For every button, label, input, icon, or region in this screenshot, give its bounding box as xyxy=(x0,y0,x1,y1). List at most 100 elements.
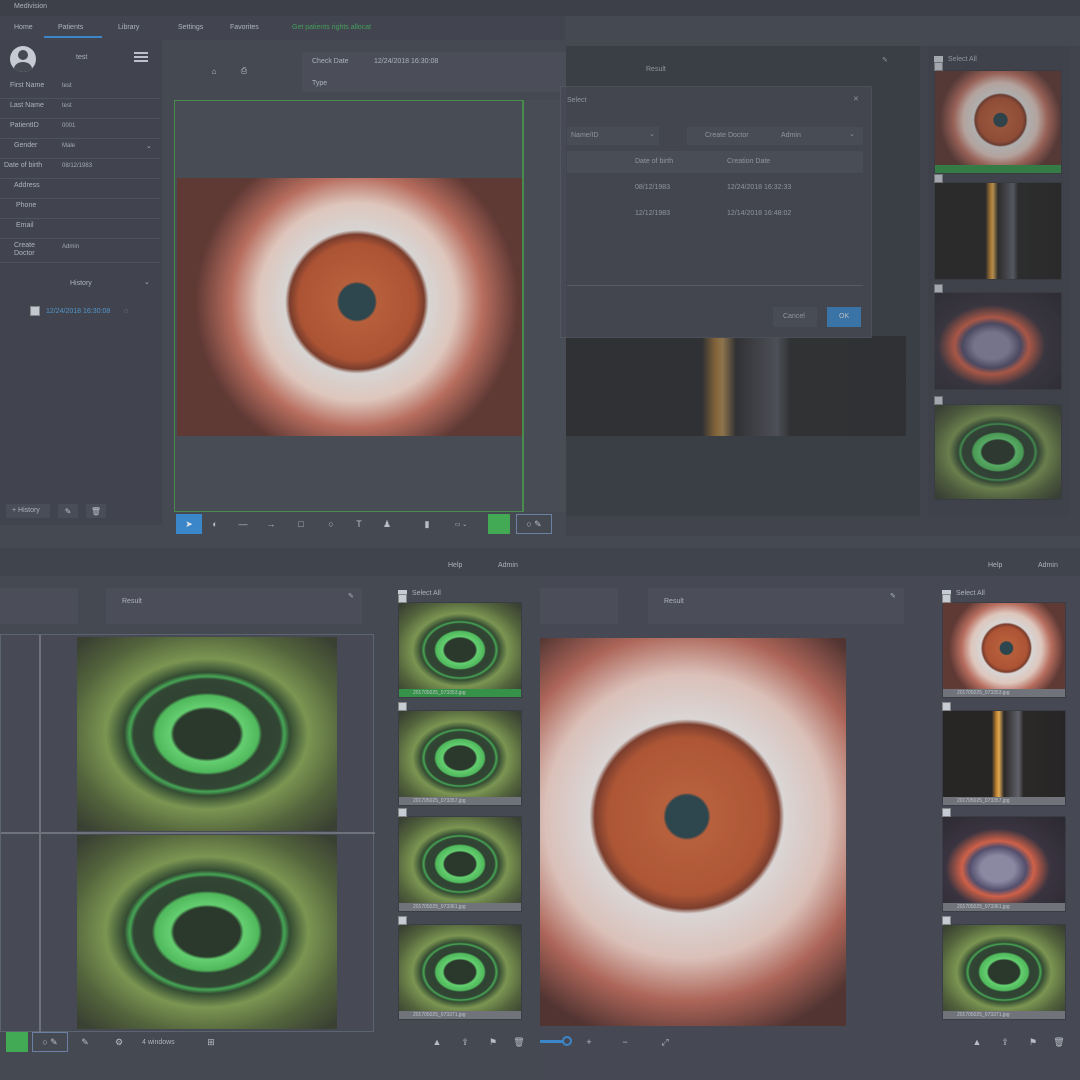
bl-admin[interactable]: Admin xyxy=(498,562,518,569)
delete-icon[interactable]: 🗑 xyxy=(508,1032,530,1052)
add-history-button[interactable]: + History xyxy=(6,504,50,518)
edit-icon[interactable]: ✎ xyxy=(58,504,78,518)
pen-icon[interactable]: ✎ xyxy=(74,1032,96,1052)
bl-thumb-1[interactable]: 201705025_073353.jpg xyxy=(398,594,522,698)
last-name-field[interactable]: test xyxy=(62,103,72,109)
bl-thumb-3[interactable]: 201705025_073361.jpg xyxy=(398,808,522,912)
address-label: Address xyxy=(14,182,40,189)
pointer-tool-icon[interactable]: ➤ xyxy=(176,514,202,534)
bl-thumb-4[interactable]: 201705025_073371.jpg xyxy=(398,916,522,1020)
title-bar: Medivision xyxy=(0,0,1080,16)
rotate-tool-icon[interactable]: ◐ xyxy=(204,514,226,534)
edit-result-icon[interactable]: ✎ xyxy=(882,56,888,64)
select-all-label[interactable]: Select All xyxy=(948,56,977,63)
dialog-title: Select xyxy=(567,97,587,104)
history-label[interactable]: History xyxy=(70,280,92,287)
shape-toggle-icon[interactable]: ○ ✎ xyxy=(32,1032,68,1052)
chevron-down-icon[interactable]: ⌄ xyxy=(146,142,152,150)
close-icon[interactable]: ✕ xyxy=(853,95,859,103)
patient-name-header: test xyxy=(76,54,88,61)
br-main-eye-image[interactable] xyxy=(540,638,846,1026)
doctor-label: Create Doctor xyxy=(14,242,36,257)
gender-select[interactable]: Male xyxy=(62,143,75,149)
person-tool-icon[interactable]: ♟ xyxy=(376,514,398,534)
br-thumb-2[interactable]: 201705025_073357.jpg xyxy=(942,702,1066,806)
color-picker-button[interactable] xyxy=(488,514,510,534)
color-picker-button[interactable] xyxy=(6,1032,28,1052)
first-name-field[interactable]: test xyxy=(62,83,72,89)
history-item[interactable]: 12/24/2018 16:30:08 xyxy=(46,308,110,315)
nav-favorites[interactable]: Favorites xyxy=(230,24,259,31)
table-row[interactable]: 12/12/1983 12/14/2018 16:48:02 xyxy=(567,203,863,225)
select-all-label[interactable]: Select All xyxy=(956,590,985,597)
patient-panel: test First Name test Last Name test Pati… xyxy=(0,40,162,525)
shape-toggle-icon[interactable]: ○ ✎ xyxy=(516,514,552,534)
history-item-info-icon[interactable]: ◌ xyxy=(124,308,128,315)
text-tool-icon[interactable]: T xyxy=(348,514,370,534)
share-icon[interactable]: ⇪ xyxy=(454,1032,476,1052)
size-select[interactable]: ▭ ⌄ xyxy=(444,514,478,534)
gear-icon[interactable]: ⚙ xyxy=(108,1032,130,1052)
doctor-filter[interactable]: Create Doctor Admin ⌄ xyxy=(687,127,863,145)
thumb-red-eye[interactable] xyxy=(934,62,1062,174)
camera-icon[interactable]: ⌂ xyxy=(206,64,222,78)
windows-select[interactable]: 4 windows xyxy=(142,1039,175,1046)
edit-result-icon[interactable]: ✎ xyxy=(890,592,896,600)
print-icon[interactable]: ⎙ xyxy=(236,64,252,78)
bookmark-icon[interactable]: ⚑ xyxy=(482,1032,504,1052)
top-window: Medivision Home Patients Library Setting… xyxy=(0,0,1080,548)
main-eye-image[interactable] xyxy=(177,178,523,436)
bl-help[interactable]: Help xyxy=(448,562,462,569)
bl-thumb-2[interactable]: 201705025_073357.jpg xyxy=(398,702,522,806)
bookmark-icon[interactable]: ⚑ xyxy=(1022,1032,1044,1052)
bl-title-bar: Help Admin xyxy=(0,548,540,576)
brush-tool-icon[interactable]: ▮ xyxy=(416,514,438,534)
select-all-label[interactable]: Select All xyxy=(412,590,441,597)
ok-button[interactable]: OK xyxy=(827,307,861,327)
name-id-filter[interactable]: Name/ID ⌄ xyxy=(567,127,659,145)
cancel-button[interactable]: Cancel xyxy=(773,307,817,327)
nav-library[interactable]: Library xyxy=(118,24,139,31)
last-name-label: Last Name xyxy=(10,102,44,109)
zoom-slider-handle[interactable] xyxy=(562,1036,572,1046)
thumb-purple[interactable] xyxy=(934,284,1062,390)
br-help[interactable]: Help xyxy=(988,562,1002,569)
circle-tool-icon[interactable]: ○ xyxy=(320,514,342,534)
nav-settings[interactable]: Settings xyxy=(178,24,203,31)
bl-thumbnails: Select All 201705025_073353.jpg 20170502… xyxy=(396,588,526,1028)
dob-label: Date of birth xyxy=(4,162,43,169)
br-thumb-4[interactable]: 201705025_073371.jpg xyxy=(942,916,1066,1020)
zoom-in-button[interactable]: + xyxy=(578,1032,600,1052)
up-icon[interactable]: ▲ xyxy=(966,1032,988,1052)
edit-result-icon[interactable]: ✎ xyxy=(348,592,354,600)
nav-home[interactable]: Home xyxy=(14,24,33,31)
up-icon[interactable]: ▲ xyxy=(426,1032,448,1052)
grid-icon[interactable]: ⊞ xyxy=(200,1032,222,1052)
fit-screen-icon[interactable]: ⤢ xyxy=(654,1032,676,1052)
patient-id-field[interactable]: 0001 xyxy=(62,123,75,129)
nav-patients[interactable]: Patients xyxy=(58,24,83,31)
br-thumb-1[interactable]: 201705025_073353.jpg xyxy=(942,594,1066,698)
dob-field[interactable]: 08/12/1983 xyxy=(62,163,92,169)
history-chevron-icon[interactable]: ⌄ xyxy=(144,278,150,286)
menu-icon[interactable] xyxy=(134,52,148,62)
nav-bar: Home Patients Library Settings Favorites… xyxy=(0,16,565,40)
nav-status: Get patients rights allocat xyxy=(292,24,371,31)
doctor-field[interactable]: Admin xyxy=(62,244,79,250)
thumb-green[interactable] xyxy=(934,396,1062,500)
green-eye-top[interactable] xyxy=(77,637,337,831)
history-checkbox[interactable] xyxy=(30,306,40,316)
rect-tool-icon[interactable]: □ xyxy=(290,514,312,534)
share-icon[interactable]: ⇪ xyxy=(994,1032,1016,1052)
br-thumb-3[interactable]: 201705025_073361.jpg xyxy=(942,808,1066,912)
delete-icon[interactable]: 🗑 xyxy=(86,504,106,518)
line-tool-icon[interactable]: — xyxy=(232,514,254,534)
table-row[interactable]: 08/12/1983 12/24/2018 16:32:33 xyxy=(567,177,863,199)
br-title-bar: Help Admin xyxy=(540,548,1080,576)
br-admin[interactable]: Admin xyxy=(1038,562,1058,569)
green-eye-bottom[interactable] xyxy=(77,835,337,1029)
arrow-tool-icon[interactable]: → xyxy=(260,514,282,534)
zoom-out-button[interactable]: − xyxy=(614,1032,636,1052)
thumb-slit[interactable] xyxy=(934,174,1062,280)
delete-icon[interactable]: 🗑 xyxy=(1048,1032,1070,1052)
